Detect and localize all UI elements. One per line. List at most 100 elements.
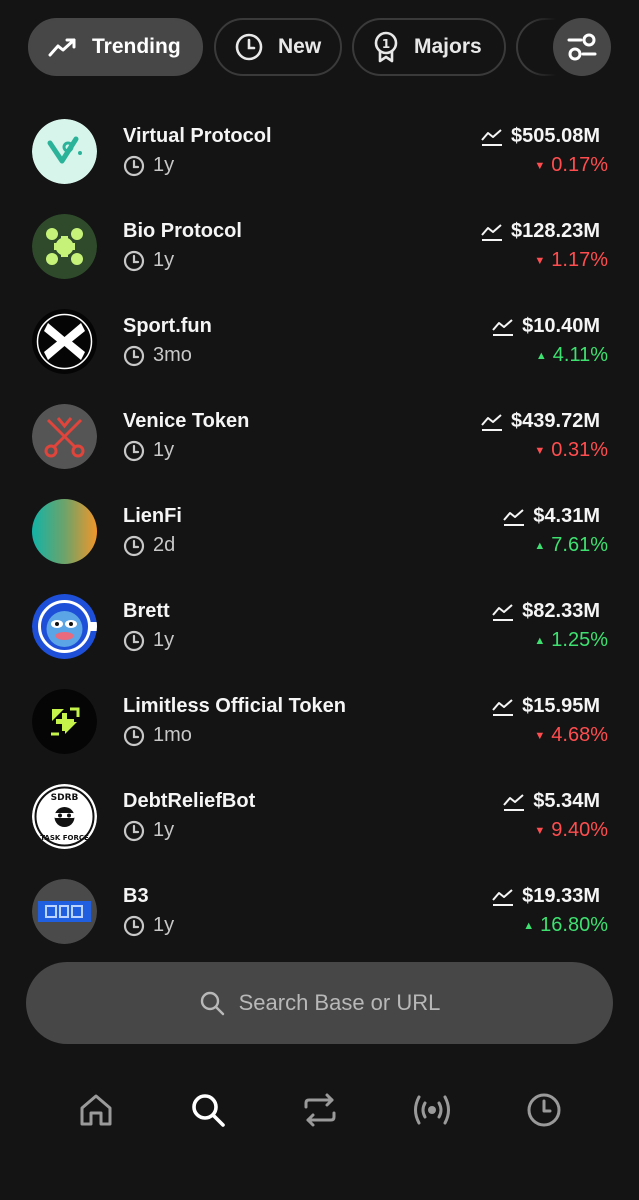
triangle-down-icon: ▼	[534, 729, 546, 742]
clock-icon	[235, 33, 263, 61]
filter-settings-button[interactable]	[553, 18, 611, 76]
search-placeholder: Search Base or URL	[238, 990, 441, 1015]
token-change-value: 1.25%	[551, 629, 608, 651]
tab-new[interactable]: New	[214, 18, 342, 76]
trending-up-icon	[48, 38, 76, 57]
nav-history[interactable]	[514, 1080, 574, 1140]
clock-icon	[123, 250, 145, 271]
chart-line-icon	[492, 698, 514, 716]
search-icon	[200, 991, 224, 1016]
token-market-cap: $4.31M	[503, 505, 600, 528]
chart-line-icon	[492, 603, 514, 621]
clock-icon	[123, 820, 145, 841]
triangle-up-icon: ▲	[535, 349, 547, 362]
token-market-cap: $439.72M	[481, 410, 600, 433]
triangle-up-icon: ▲	[523, 919, 535, 932]
token-change-value: 4.11%	[552, 344, 608, 366]
sport-fun-logo	[32, 309, 97, 374]
token-change: ▲ 1.25%	[534, 629, 608, 652]
token-change: ▼ 9.40%	[534, 819, 608, 842]
token-age-value: 1y	[153, 914, 175, 936]
triangle-down-icon: ▼	[534, 444, 546, 457]
triangle-down-icon: ▼	[534, 824, 546, 837]
token-age-value: 1y	[153, 154, 175, 176]
token-name: Bio Protocol	[123, 220, 242, 242]
broadcast-icon	[414, 1095, 450, 1125]
clock-icon	[123, 725, 145, 746]
limitless-logo	[32, 689, 97, 754]
chart-line-icon	[481, 128, 503, 146]
token-row[interactable]: Brett 1y $82.33M ▲ 1.25%	[0, 592, 639, 687]
token-market-cap: $128.23M	[481, 220, 600, 243]
chip-fade	[528, 18, 556, 76]
token-age: 1y	[123, 249, 174, 272]
token-row[interactable]: SDRB TASK FORCE DebtReliefBot 1y $5.34M …	[0, 782, 639, 877]
token-name: Sport.fun	[123, 315, 212, 337]
token-age: 1y	[123, 914, 174, 937]
token-age: 1y	[123, 439, 174, 462]
triangle-down-icon: ▼	[534, 254, 546, 267]
token-name: LienFi	[123, 505, 182, 527]
nav-live[interactable]	[402, 1080, 462, 1140]
triangle-up-icon: ▲	[534, 539, 546, 552]
nav-swap[interactable]	[290, 1080, 350, 1140]
token-age-value: 1y	[153, 249, 175, 271]
token-market-cap-value: $128.23M	[511, 220, 600, 242]
chart-line-icon	[481, 223, 503, 241]
token-market-cap-value: $19.33M	[522, 885, 600, 907]
token-market-cap: $10.40M	[492, 315, 600, 338]
token-age: 1y	[123, 819, 174, 842]
token-change-value: 7.61%	[551, 534, 608, 556]
token-change-value: 0.31%	[551, 439, 608, 461]
token-age: 3mo	[123, 344, 192, 367]
token-change: ▼ 4.68%	[534, 724, 608, 747]
token-name: DebtReliefBot	[123, 790, 256, 812]
b3-logo	[32, 879, 97, 944]
token-row[interactable]: B3 1y $19.33M ▲ 16.80%	[0, 877, 639, 972]
search-icon	[192, 1094, 225, 1127]
token-change: ▲ 7.61%	[534, 534, 608, 557]
clock-icon	[123, 345, 145, 366]
clock-icon	[123, 155, 145, 176]
token-market-cap: $5.34M	[503, 790, 600, 813]
virtual-protocol-logo	[32, 119, 97, 184]
token-row[interactable]: LienFi 2d $4.31M ▲ 7.61%	[0, 497, 639, 592]
tab-new-label: New	[278, 35, 322, 58]
clock-icon	[123, 440, 145, 461]
token-change: ▲ 16.80%	[523, 914, 608, 937]
token-market-cap: $15.95M	[492, 695, 600, 718]
nav-home[interactable]	[66, 1080, 126, 1140]
venice-token-logo	[32, 404, 97, 469]
token-age-value: 1mo	[153, 724, 192, 746]
token-market-cap: $82.33M	[492, 600, 600, 623]
chart-line-icon	[481, 413, 503, 431]
filter-bar: Trending New 1 Majors	[28, 18, 639, 76]
token-row[interactable]: Virtual Protocol 1y $505.08M ▼ 0.17%	[0, 117, 639, 212]
tab-trending-label: Trending	[92, 35, 181, 58]
token-change-value: 1.17%	[551, 249, 608, 271]
token-age: 1y	[123, 629, 174, 652]
token-change-value: 16.80%	[540, 914, 608, 936]
token-row[interactable]: Venice Token 1y $439.72M ▼ 0.31%	[0, 402, 639, 497]
token-row[interactable]: Bio Protocol 1y $128.23M ▼ 1.17%	[0, 212, 639, 307]
token-market-cap-value: $5.34M	[533, 790, 600, 812]
nav-search[interactable]	[178, 1080, 238, 1140]
chart-line-icon	[492, 318, 514, 336]
svg-text:TASK FORCE: TASK FORCE	[40, 834, 89, 842]
search-bar[interactable]: Search Base or URL	[26, 962, 613, 1044]
token-age-value: 1y	[153, 439, 175, 461]
token-age: 1mo	[123, 724, 192, 747]
tab-majors-label: Majors	[414, 35, 482, 58]
bottom-nav	[0, 1080, 639, 1140]
token-market-cap-value: $10.40M	[522, 315, 600, 337]
tab-majors[interactable]: 1 Majors	[352, 18, 506, 76]
triangle-down-icon: ▼	[534, 159, 546, 172]
token-change: ▲ 4.11%	[536, 344, 608, 367]
token-name: Limitless Official Token	[123, 695, 347, 717]
tab-trending[interactable]: Trending	[28, 18, 203, 76]
brett-logo	[32, 594, 97, 659]
token-row[interactable]: Sport.fun 3mo $10.40M ▲ 4.11%	[0, 307, 639, 402]
token-name: Virtual Protocol	[123, 125, 272, 147]
token-name: B3	[123, 885, 149, 907]
token-row[interactable]: Limitless Official Token 1mo $15.95M ▼ 4…	[0, 687, 639, 782]
